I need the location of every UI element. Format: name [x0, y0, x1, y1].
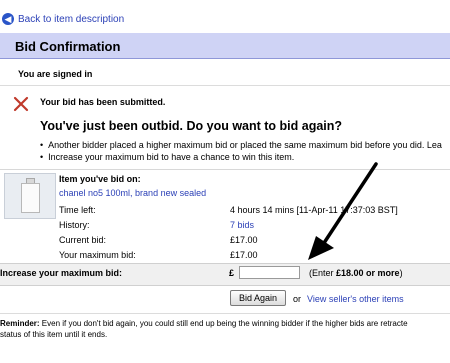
- signed-in-status: You are signed in: [18, 69, 93, 79]
- item-title-link[interactable]: chanel no5 100ml, brand new sealed: [59, 188, 206, 198]
- bid-again-button[interactable]: Bid Again: [230, 290, 286, 306]
- page-title: Bid Confirmation: [15, 39, 121, 54]
- bottle: [21, 183, 40, 213]
- history-label: History:: [59, 220, 90, 230]
- seller-items-link[interactable]: View seller's other items: [307, 294, 404, 304]
- bid-amount-input[interactable]: [239, 266, 300, 279]
- bid-hint-suffix: ): [399, 268, 403, 278]
- or-text: or: [293, 294, 302, 304]
- divider: [0, 85, 450, 86]
- reminder-line-1: Reminder: Even if you don't bid again, y…: [0, 318, 450, 329]
- error-x-icon: [13, 96, 29, 112]
- outbid-heading: You've just been outbid. Do you want to …: [40, 119, 343, 133]
- max-bid-label: Your maximum bid:: [59, 250, 136, 260]
- time-left-label: Time left:: [59, 205, 96, 215]
- reminder-text-1: Even if you don't bid again, you could s…: [39, 319, 408, 328]
- item-thumbnail[interactable]: [4, 173, 56, 219]
- max-bid-value: £17.00: [230, 250, 258, 260]
- current-bid-value: £17.00: [230, 235, 258, 245]
- reminder-line-2: status of this item until it ends.: [0, 330, 108, 339]
- back-link[interactable]: ◀ Back to item description: [2, 13, 124, 25]
- bid-submitted-message: Your bid has been submitted.: [40, 97, 166, 107]
- item-heading: Item you've bid on:: [59, 174, 141, 184]
- reminder-label: Reminder:: [0, 319, 40, 328]
- increase-bid-label: Increase your maximum bid:: [0, 268, 123, 278]
- bid-history-link[interactable]: 7 bids: [230, 220, 254, 230]
- current-bid-label: Current bid:: [59, 235, 107, 245]
- currency-symbol: £: [229, 268, 235, 278]
- back-arrow-icon: ◀: [2, 13, 14, 25]
- reminder-text: Reminder: Even if you don't bid again, y…: [0, 318, 450, 340]
- back-link-text[interactable]: Back to item description: [18, 14, 124, 25]
- annotation-arrow-icon: [308, 162, 378, 260]
- bullet-item: Another bidder placed a higher maximum b…: [40, 139, 442, 151]
- divider: [0, 313, 450, 314]
